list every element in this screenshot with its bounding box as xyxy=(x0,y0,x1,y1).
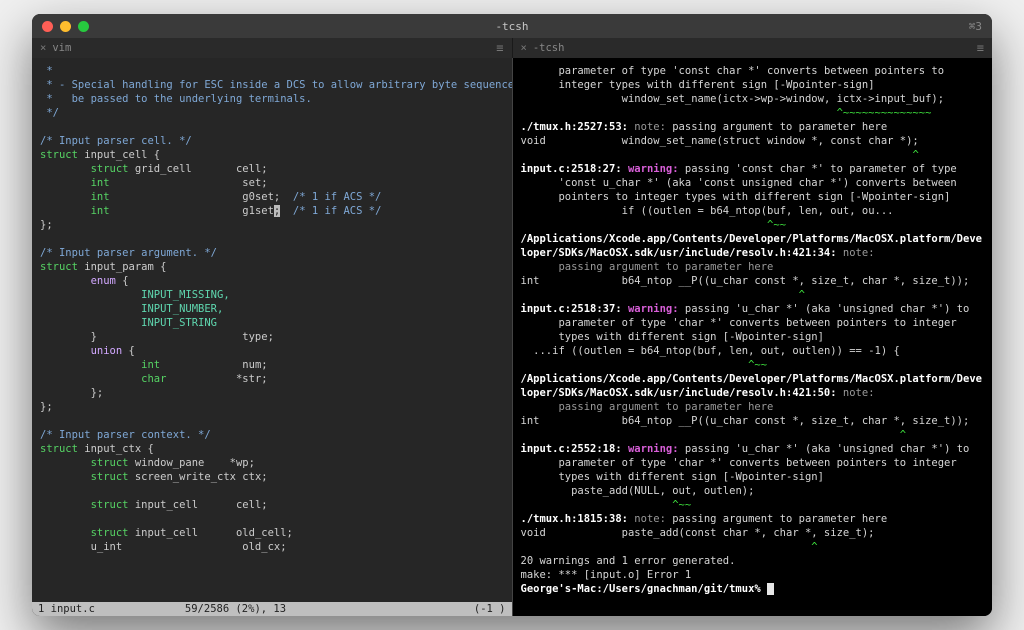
window-title: -tcsh xyxy=(495,20,528,33)
status-file: 1 input.c xyxy=(38,603,95,615)
tab-menu-icon[interactable]: ≡ xyxy=(496,42,503,54)
left-pane-vim[interactable]: * * - Special handling for ESC inside a … xyxy=(32,58,513,616)
close-icon[interactable] xyxy=(42,21,53,32)
split-panes: * * - Special handling for ESC inside a … xyxy=(32,58,992,616)
tabbar: × vim ≡ × -tcsh ≡ xyxy=(32,38,992,58)
right-pane-shell[interactable]: parameter of type 'const char *' convert… xyxy=(513,58,993,616)
close-tab-icon[interactable]: × xyxy=(521,42,527,54)
window-shortcut: ⌘3 xyxy=(969,20,982,33)
minimize-icon[interactable] xyxy=(60,21,71,32)
vim-buffer[interactable]: * * - Special handling for ESC inside a … xyxy=(32,58,512,602)
titlebar[interactable]: -tcsh ⌘3 xyxy=(32,14,992,38)
zoom-icon[interactable] xyxy=(78,21,89,32)
terminal-window: -tcsh ⌘3 × vim ≡ × -tcsh ≡ * * - Special… xyxy=(32,14,992,616)
traffic-lights xyxy=(42,21,89,32)
close-tab-icon[interactable]: × xyxy=(40,42,46,54)
shell-output[interactable]: parameter of type 'const char *' convert… xyxy=(513,58,993,616)
status-right: (-1 ) xyxy=(474,603,506,615)
tab-left[interactable]: × vim ≡ xyxy=(32,38,513,58)
tab-menu-icon[interactable]: ≡ xyxy=(977,42,984,54)
status-position: 59/2586 (2%), 13 xyxy=(185,603,286,615)
vim-statusline: 1 input.c 59/2586 (2%), 13 (-1 ) xyxy=(32,602,512,616)
tab-label: vim xyxy=(52,42,71,54)
tab-right[interactable]: × -tcsh ≡ xyxy=(513,38,993,58)
tab-label: -tcsh xyxy=(533,42,565,54)
